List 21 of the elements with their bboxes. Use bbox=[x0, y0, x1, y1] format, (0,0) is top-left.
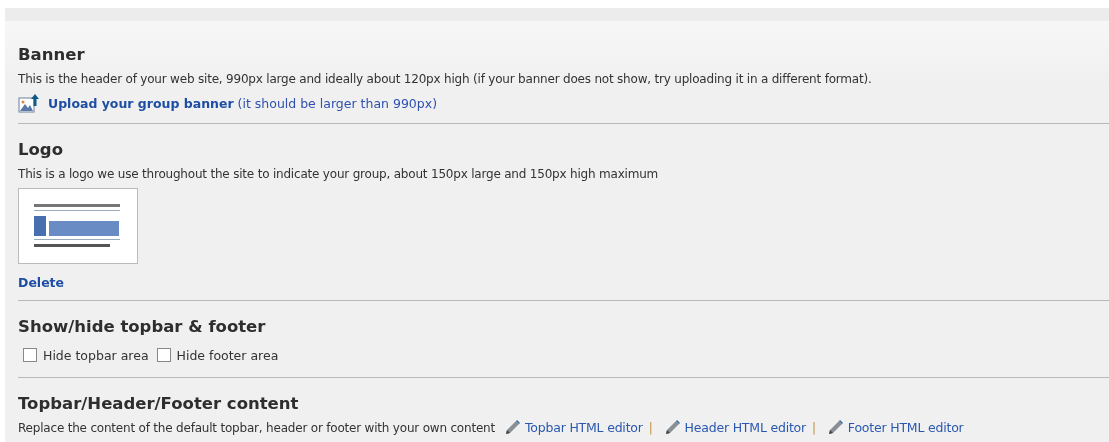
section-description: This is a logo we use throughout the site to indicate your group, about 150px large and 150px high maximum bbox=[18, 166, 660, 183]
delete-link[interactable]: Delete bbox=[18, 275, 65, 290]
image-upload-icon bbox=[18, 93, 40, 113]
section-title: Banner bbox=[18, 44, 86, 66]
upload-banner-link[interactable]: Upload your group banner bbox=[48, 95, 234, 111]
separator: | bbox=[648, 420, 653, 437]
section-title: Show/hide topbar & footer bbox=[18, 316, 267, 338]
section-title: Topbar/Header/Footer content bbox=[18, 393, 300, 415]
checkbox[interactable] bbox=[156, 348, 171, 362]
pencil-icon bbox=[503, 419, 521, 437]
html-editor-link[interactable]: Topbar HTML editor bbox=[525, 416, 643, 440]
separator: | bbox=[812, 420, 816, 437]
checkbox-label: Hide topbar area bbox=[43, 347, 149, 363]
html-editor-link[interactable]: Footer HTML editor bbox=[847, 416, 964, 440]
section-title: Logo bbox=[18, 139, 64, 161]
checkbox[interactable] bbox=[23, 348, 37, 362]
section-description: Replace the content of the default topbar, header or footer with your own content bbox=[18, 420, 495, 437]
upload-note: (it should be larger than 990px) bbox=[237, 95, 438, 111]
checkbox-label: Hide footer area bbox=[176, 347, 279, 363]
section-description: This is the header of your web site, 990px large and ideally about 120px high (if your banner does not show, try uploading it in a different format). bbox=[18, 71, 873, 88]
html-editor-link[interactable]: Header HTML editor bbox=[684, 416, 806, 440]
